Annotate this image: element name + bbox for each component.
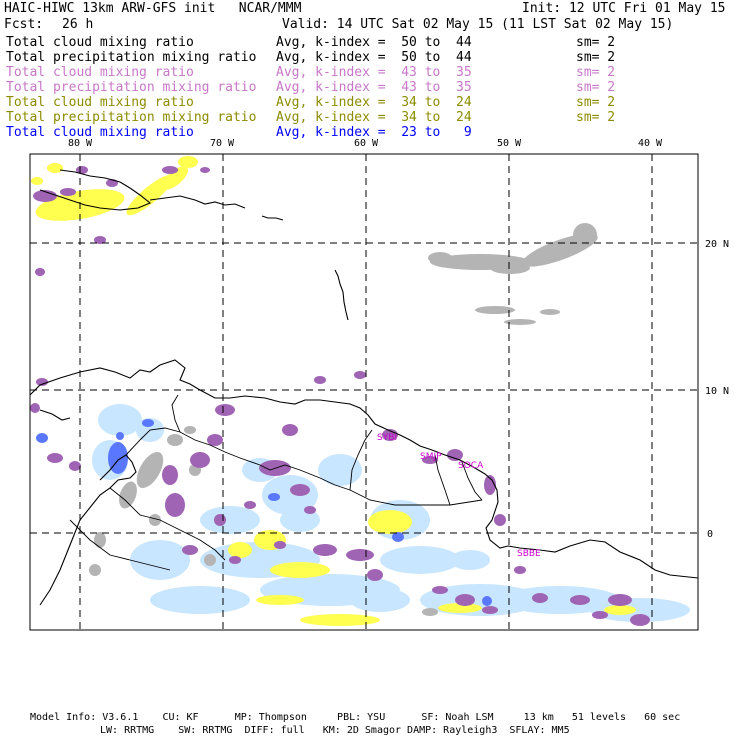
station-label: SBBE: [517, 549, 541, 559]
cloud-blob: [450, 550, 490, 570]
cloud-blob: [207, 434, 223, 446]
cloud-blob: [482, 596, 492, 606]
cloud-blob: [455, 594, 475, 606]
cloud-blob: [98, 404, 142, 436]
cloud-blob: [608, 594, 632, 606]
cloud-blob: [540, 309, 560, 315]
longitude-label: 70 W: [210, 138, 235, 149]
cloud-blob: [136, 451, 164, 489]
cloud-blob: [165, 493, 185, 517]
cloud-blob: [300, 614, 380, 626]
longitude-labels: 80 W 70 W 60 W 50 W 40 W: [68, 138, 663, 149]
cloud-blob: [178, 156, 198, 168]
cloud-blob: [244, 501, 256, 509]
cloud-blob: [313, 544, 337, 556]
latitude-label: 10 N: [705, 386, 729, 397]
cloud-blob: [30, 403, 40, 413]
cloud-blob: [592, 611, 608, 619]
cloud-blob: [116, 432, 124, 440]
cloud-blob: [184, 426, 196, 434]
yellow-cloud-layer: [31, 156, 636, 626]
station-label: SOCA: [458, 461, 484, 471]
cloud-blob: [228, 542, 252, 558]
cloud-blob: [367, 569, 383, 581]
latitude-label: 0: [707, 529, 713, 540]
cloud-blob: [368, 510, 412, 534]
cloud-blob: [150, 586, 250, 614]
cloud-blob: [270, 562, 330, 578]
cloud-blob: [31, 177, 43, 185]
cloud-blob: [162, 465, 178, 485]
purple-cloud-layer: [30, 166, 650, 626]
cloud-blob: [514, 566, 526, 574]
cloud-blob: [200, 630, 280, 650]
cloud-blob: [282, 424, 298, 436]
cloud-blob: [47, 453, 63, 463]
longitude-label: 50 W: [497, 138, 522, 149]
cloud-blob: [256, 595, 304, 605]
cloud-blob: [35, 268, 45, 276]
cloud-blob: [268, 493, 280, 501]
cloud-blob: [190, 452, 210, 468]
station-label: SMJP: [420, 452, 442, 462]
cloud-blob: [354, 371, 366, 379]
model-info-line1: Model Info: V3.6.1 CU: KF MP: Thompson P…: [30, 712, 681, 723]
cloud-blob: [142, 419, 154, 427]
longitude-label: 80 W: [68, 138, 93, 149]
cloud-blob: [60, 188, 76, 196]
cloud-blob: [182, 545, 198, 555]
weather-map: 80 W 70 W 60 W 50 W 40 W 20 N 10 N 0 SYBI SMJP S…: [29, 138, 729, 650]
cloud-blob: [432, 586, 448, 594]
cloud-blob: [229, 556, 241, 564]
cloud-blob: [214, 514, 226, 526]
longitude-label: 40 W: [638, 138, 663, 149]
station-label: SYBI: [377, 433, 397, 443]
cloud-blob: [167, 434, 183, 446]
cloud-blob: [36, 433, 48, 443]
cloud-blob: [380, 546, 460, 574]
cloud-blob: [630, 614, 650, 626]
cloud-blob: [428, 252, 452, 264]
coastlines: [30, 169, 698, 606]
cloud-blob: [314, 376, 326, 384]
cloud-blob: [490, 262, 530, 274]
cloud-blob: [422, 608, 438, 616]
cloud-blob: [350, 588, 410, 612]
latitude-label: 20 N: [705, 239, 729, 250]
longitude-label: 60 W: [354, 138, 379, 149]
cloud-blob: [494, 514, 506, 526]
cloud-blob: [162, 166, 178, 174]
model-info-line2: LW: RRTMG SW: RRTMG DIFF: full KM: 2D Sm…: [100, 725, 570, 736]
cloud-blob: [570, 595, 590, 605]
cloud-blob: [69, 461, 81, 471]
cloud-blob: [447, 449, 463, 461]
cloud-blob: [290, 484, 310, 496]
cloud-blob: [200, 167, 210, 173]
cloud-blob: [346, 549, 374, 561]
cloud-blob: [89, 564, 101, 576]
cloud-blob: [318, 454, 362, 486]
cloud-blob: [215, 404, 235, 416]
cloud-blob: [94, 532, 106, 548]
cloud-blob: [482, 606, 498, 614]
cloud-blob: [532, 593, 548, 603]
cloud-blob: [274, 541, 286, 549]
cloud-blob: [200, 506, 260, 534]
cloud-blob: [204, 554, 216, 566]
latitude-labels: 20 N 10 N 0: [705, 239, 729, 540]
cloud-blob: [47, 163, 63, 173]
cloud-blob: [304, 506, 316, 514]
cloud-blob: [130, 540, 190, 580]
cloud-blob: [604, 605, 636, 615]
